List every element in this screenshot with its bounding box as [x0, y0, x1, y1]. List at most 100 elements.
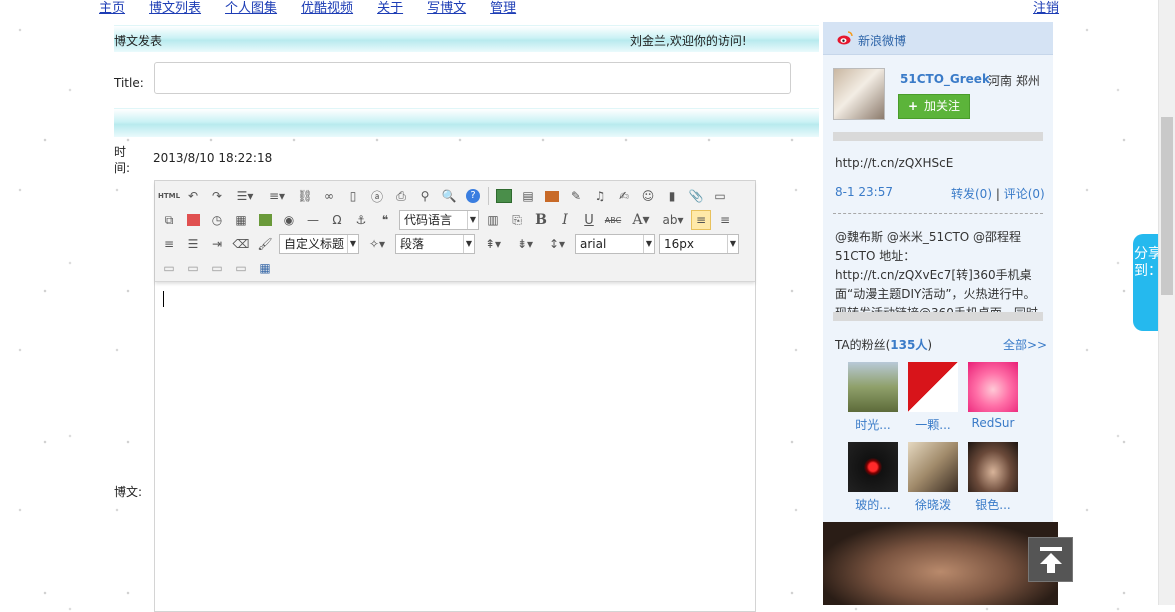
fan-item[interactable]: 徐晓泼 — [903, 442, 963, 513]
image-icon[interactable] — [494, 186, 514, 206]
all-fans-link[interactable]: 全部>> — [1003, 336, 1047, 353]
fan-item[interactable]: 一颗... — [903, 362, 963, 433]
new-doc-icon[interactable]: ▯ — [343, 186, 363, 206]
font-color-icon[interactable]: A ▾ — [627, 210, 655, 230]
post-date[interactable]: 8-1 23:57 — [835, 185, 893, 199]
web-icon[interactable]: ◉ — [279, 210, 299, 230]
font-family-select[interactable]: arial ▼ — [575, 234, 655, 254]
post-actions: 转发(0) | 评论(0) — [951, 187, 1045, 201]
eraser-icon[interactable]: ⌫ — [231, 234, 251, 254]
undo-icon[interactable]: ↶ — [183, 186, 203, 206]
template-icon[interactable]: ▦ — [231, 210, 251, 230]
nav-manage[interactable]: 管理 — [490, 0, 516, 20]
attachment-icon[interactable]: 📎 — [686, 186, 706, 206]
page-title: 博文发表 — [114, 34, 163, 48]
user-location: 河南 郑州 — [988, 74, 1040, 88]
plus-icon: + — [907, 99, 919, 113]
print-icon[interactable]: ⎙ — [391, 186, 411, 206]
align-left-icon[interactable]: ≡ — [691, 210, 711, 230]
fan-item[interactable]: 银色... — [963, 442, 1023, 513]
repost-link[interactable]: 转发(0) — [951, 187, 992, 201]
username-link[interactable]: 51CTO_Greek — [900, 72, 990, 86]
comment-link[interactable]: 评论(0) — [1004, 187, 1045, 201]
line-height-icon[interactable]: ↕▾ — [543, 234, 571, 254]
fan-item[interactable]: 玻的... — [843, 442, 903, 513]
fan-item[interactable]: 时光... — [843, 362, 903, 433]
ordered-list-icon[interactable]: ≡▾ — [263, 186, 291, 206]
blockquote-icon[interactable]: ❝ — [375, 210, 395, 230]
video-icon[interactable]: ▮ — [662, 186, 682, 206]
auto-format-icon[interactable]: ✧▾ — [363, 234, 391, 254]
scrollbar-thumb[interactable] — [1161, 117, 1173, 295]
table-icon[interactable]: ▥ — [483, 210, 503, 230]
font-size-select[interactable]: 16px ▼ — [659, 234, 739, 254]
fullscreen-icon[interactable]: ▭ — [710, 186, 730, 206]
title-input[interactable] — [154, 62, 791, 94]
nav-gallery[interactable]: 个人图集 — [225, 0, 277, 20]
insert-table-icon[interactable]: ▦ — [255, 258, 275, 278]
code-language-select[interactable]: 代码语言 ▼ — [399, 210, 479, 230]
unordered-list-icon[interactable]: ☰▾ — [231, 186, 259, 206]
help-icon[interactable]: ? — [463, 186, 483, 206]
nav-blog-list[interactable]: 博文列表 — [149, 0, 201, 20]
paragraph-select[interactable]: 段落 ▼ — [395, 234, 475, 254]
text-cursor — [163, 291, 164, 307]
fan-avatar — [968, 362, 1018, 412]
image-align-icon[interactable]: ▤ — [518, 186, 538, 206]
scrawl-icon[interactable]: ✎ — [566, 186, 586, 206]
format-brush-icon[interactable]: 🖌 — [255, 234, 275, 254]
time-icon[interactable]: ◷ — [207, 210, 227, 230]
anchor-icon[interactable]: ⚓ — [351, 210, 371, 230]
welcome-text: 刘金兰,欢迎你的访问! — [630, 34, 747, 48]
scrollbar[interactable] — [1158, 0, 1175, 605]
horizontal-rule-icon[interactable]: — — [303, 210, 323, 230]
logout-link[interactable]: 注销 — [1033, 0, 1059, 18]
fan-name: 一颗... — [915, 418, 951, 432]
nav-about[interactable]: 关于 — [377, 0, 403, 20]
paste-text-icon[interactable]: ⓐ — [367, 186, 387, 206]
image-right-icon[interactable]: ▭ — [207, 258, 227, 278]
date-icon[interactable] — [183, 210, 203, 230]
search-replace-icon[interactable]: ⚲ — [415, 186, 435, 206]
snapshot-icon[interactable]: ⎘ — [507, 210, 527, 230]
unlink-icon[interactable]: ⛓ — [295, 186, 315, 206]
link-icon[interactable]: ∞ — [319, 186, 339, 206]
align-justify-icon[interactable]: ☰ — [183, 234, 203, 254]
strikethrough-icon[interactable]: ABC — [603, 210, 623, 230]
redo-icon[interactable]: ↷ — [207, 186, 227, 206]
edit-icon[interactable]: ✍ — [614, 186, 634, 206]
highlight-icon[interactable]: ab▾ — [659, 210, 687, 230]
nav-write[interactable]: 写博文 — [427, 0, 466, 20]
nav-youku[interactable]: 优酷视频 — [301, 0, 353, 20]
image-none-icon[interactable]: ▭ — [159, 258, 179, 278]
fan-item[interactable]: RedSur — [963, 362, 1023, 430]
page-break-icon[interactable]: ⧉ — [159, 210, 179, 230]
image-left-icon[interactable]: ▭ — [183, 258, 203, 278]
special-char-icon[interactable]: Ω — [327, 210, 347, 230]
image-center-icon[interactable]: ▭ — [231, 258, 251, 278]
indent-icon[interactable]: ⇥ — [207, 234, 227, 254]
section-bar — [114, 108, 819, 137]
align-right-icon[interactable]: ≡ — [159, 234, 179, 254]
follow-button[interactable]: + 加关注 — [898, 94, 970, 119]
html-source-icon[interactable]: HTML — [158, 186, 180, 206]
insert-picture-icon[interactable] — [542, 186, 562, 206]
italic-icon[interactable]: I — [555, 210, 575, 230]
align-center-icon[interactable]: ≡ — [715, 210, 735, 230]
emotion-icon[interactable]: ☺ — [638, 186, 658, 206]
custom-title-select[interactable]: 自定义标题 ▼ — [279, 234, 359, 254]
bold-icon[interactable]: B — [531, 210, 551, 230]
underline-icon[interactable]: U — [579, 210, 599, 230]
preview-icon[interactable]: 🔍 — [439, 186, 459, 206]
row-spacing-top-icon[interactable]: ⇞▾ — [479, 234, 507, 254]
nav-home[interactable]: 主页 — [99, 0, 125, 20]
user-avatar[interactable] — [833, 68, 885, 120]
back-to-top-button[interactable] — [1028, 537, 1073, 582]
chevron-down-icon: ▼ — [463, 235, 474, 253]
row-spacing-bottom-icon[interactable]: ⇟▾ — [511, 234, 539, 254]
short-link[interactable]: http://t.cn/zQXHScE — [835, 156, 953, 170]
rich-text-editor[interactable]: HTML ↶ ↷ ☰▾ ≡▾ ⛓ ∞ ▯ ⓐ ⎙ ⚲ 🔍 ? ▤ ✎ ♫ ✍ ☺… — [154, 180, 756, 612]
map-icon[interactable] — [255, 210, 275, 230]
fan-name: 时光... — [855, 418, 891, 432]
music-icon[interactable]: ♫ — [590, 186, 610, 206]
